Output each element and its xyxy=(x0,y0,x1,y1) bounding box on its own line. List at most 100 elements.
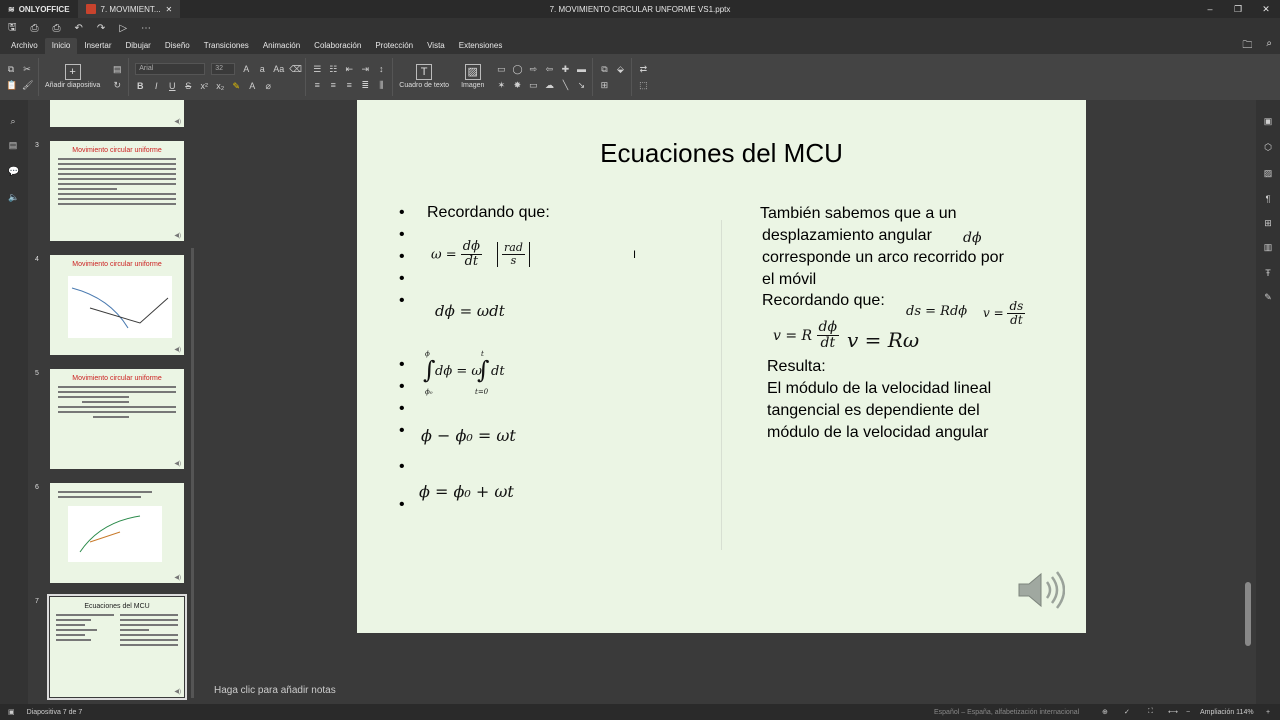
menu-tab-10[interactable]: Extensiones xyxy=(452,38,510,54)
slide-thumbnail-6[interactable]: ◀) xyxy=(50,483,184,583)
right-result-line2[interactable]: tangencial es dependiente del xyxy=(767,400,980,422)
paste-icon[interactable]: 📋 xyxy=(6,80,17,90)
zoom-level[interactable]: Ampliación 114% xyxy=(1200,709,1254,716)
replace-icon[interactable]: ⇄ xyxy=(638,64,648,74)
right-result-label[interactable]: Resulta: xyxy=(767,356,826,378)
v-ds-equation[interactable]: v = ds dt xyxy=(983,299,1026,327)
menu-tab-5[interactable]: Transiciones xyxy=(197,38,256,54)
phi-difference-equation[interactable]: ϕ − ϕ₀ = ωt xyxy=(421,426,516,445)
phi-final-equation[interactable]: ϕ = ϕ₀ + ωt xyxy=(419,482,514,501)
right-result-line1[interactable]: El módulo de la velocidad lineal xyxy=(767,378,991,400)
search-icon[interactable]: ⌕ xyxy=(1266,38,1272,55)
right-paragraph-line1[interactable]: También sabemos que a un xyxy=(760,203,957,225)
shape-settings-icon[interactable]: ⬡ xyxy=(1263,142,1273,152)
table-settings-icon[interactable]: ⊞ xyxy=(1263,218,1273,228)
integral-equation[interactable]: ϕ ∫ ϕ₀ dϕ = ω t ∫ t=0 dt xyxy=(423,350,533,398)
document-tab[interactable]: 7. MOVIMIENT... ✕ xyxy=(77,0,181,18)
ds-equation[interactable]: ds = Rdϕ xyxy=(906,304,967,319)
copy-icon[interactable]: ⧉ xyxy=(6,64,16,74)
insert-image-button[interactable]: ▨ Imagen xyxy=(455,64,490,90)
slide-settings-icon[interactable]: ▣ xyxy=(1263,116,1273,126)
decrease-font-icon[interactable]: a xyxy=(257,64,267,74)
zoom-in-icon[interactable]: + xyxy=(1266,709,1270,716)
increase-font-icon[interactable]: A xyxy=(241,64,251,74)
slide-thumbnail-3[interactable]: Movimiento circular uniforme ◀) xyxy=(50,141,184,241)
arrow-left-shape-icon[interactable]: ⇦ xyxy=(544,64,554,74)
minimize-icon[interactable]: – xyxy=(1196,0,1224,18)
right-paragraph-line2[interactable]: desplazamiento angular xyxy=(762,225,932,247)
chart-settings-icon[interactable]: ▥ xyxy=(1263,242,1273,252)
dphi-equation[interactable]: dϕ = ωdt xyxy=(435,302,505,320)
menu-tab-4[interactable]: Diseño xyxy=(158,38,197,54)
language-status[interactable]: Español – España, alfabetización interna… xyxy=(934,709,1079,716)
zoom-out-icon[interactable]: − xyxy=(1186,709,1190,716)
insert-textbox-button[interactable]: T Cuadro de texto xyxy=(393,64,455,90)
v-r-dphi-equation[interactable]: v = R dϕ dt xyxy=(773,319,840,352)
justify-icon[interactable]: ≣ xyxy=(360,80,370,90)
signature-settings-icon[interactable]: ✎ xyxy=(1263,292,1273,302)
underline-icon[interactable]: U xyxy=(167,81,177,91)
slideshow-icon[interactable]: ▷ xyxy=(119,23,127,34)
restore-icon[interactable]: ❐ xyxy=(1224,0,1252,18)
redo-icon[interactable]: ↷ xyxy=(97,23,105,34)
units-equation[interactable]: rad s xyxy=(497,241,530,268)
subscript-icon[interactable]: x₂ xyxy=(215,81,225,91)
arrow-line-icon[interactable]: ↘ xyxy=(576,80,586,90)
save-icon[interactable]: 🖫 xyxy=(8,20,17,37)
paragraph-settings-icon[interactable]: ¶ xyxy=(1263,194,1273,204)
comments-icon[interactable]: 💬 xyxy=(8,166,19,176)
language-icon[interactable]: ⊕ xyxy=(1102,708,1108,716)
arrow-right-shape-icon[interactable]: ⇨ xyxy=(528,64,538,74)
slides-icon[interactable]: ▤ xyxy=(8,140,18,150)
align-objects-icon[interactable]: ⊞ xyxy=(599,80,609,90)
plus-shape-icon[interactable]: ✚ xyxy=(560,64,570,74)
shapes-gallery[interactable]: ▭ ◯ ⇨ ⇦ ✚ ▬ ✶ ✸ ▭ ☁ ╲ ↘ xyxy=(490,58,594,96)
layout-icon[interactable]: ▤ xyxy=(112,64,122,74)
dphi-inline[interactable]: dϕ xyxy=(963,230,982,246)
audio-icon[interactable]: 🔈 xyxy=(8,192,19,202)
slideshow-mode-icon[interactable]: ▣ xyxy=(8,708,15,716)
change-case-icon[interactable]: Aa xyxy=(273,64,284,74)
add-slide-button[interactable]: + Añadir diapositiva xyxy=(39,64,106,90)
increase-indent-icon[interactable]: ⇥ xyxy=(360,64,370,74)
select-all-icon[interactable]: ⬚ xyxy=(638,80,648,90)
image-settings-icon[interactable]: ▨ xyxy=(1263,168,1273,178)
textart-settings-icon[interactable]: Ŧ xyxy=(1263,268,1273,278)
notes-area[interactable]: Haga clic para añadir notas xyxy=(198,680,1243,704)
highlight-icon[interactable]: ✎ xyxy=(231,81,241,91)
line-shape-icon[interactable]: ╲ xyxy=(560,80,570,90)
canvas-scrollbar-thumb[interactable] xyxy=(1245,582,1251,646)
close-tab-icon[interactable]: ✕ xyxy=(166,5,173,14)
left-intro-text[interactable]: Recordando que: xyxy=(427,204,550,222)
cut-icon[interactable]: ✂ xyxy=(22,64,32,74)
fill-icon[interactable]: ⬙ xyxy=(615,64,625,74)
print-icon[interactable]: ⎙ xyxy=(31,23,39,34)
close-window-icon[interactable]: ✕ xyxy=(1252,0,1280,18)
menu-tab-2[interactable]: Insertar xyxy=(77,38,118,54)
clear-icon[interactable]: ⌀ xyxy=(263,81,273,91)
undo-icon[interactable]: ↶ xyxy=(75,23,83,34)
menu-tab-1[interactable]: Inicio xyxy=(44,38,78,54)
columns-icon[interactable]: ⫼ xyxy=(376,80,386,90)
align-center-icon[interactable]: ≡ xyxy=(328,80,338,90)
reset-slide-icon[interactable]: ↻ xyxy=(112,80,122,90)
menu-tab-8[interactable]: Protección xyxy=(368,38,420,54)
font-name-select[interactable]: Arial xyxy=(135,63,206,75)
minus-shape-icon[interactable]: ▬ xyxy=(576,64,586,74)
bullets-icon[interactable]: ☰ xyxy=(312,64,322,74)
italic-icon[interactable]: I xyxy=(151,81,161,91)
slide[interactable]: Ecuaciones del MCU • Recordando que: • •… xyxy=(357,100,1086,633)
menu-tab-3[interactable]: Dibujar xyxy=(119,38,158,54)
format-painter-icon[interactable]: 🖌 xyxy=(22,80,33,90)
search-icon[interactable]: ⌕ xyxy=(8,116,18,126)
slide-thumbnail-7[interactable]: Ecuaciones del MCU ◀) xyxy=(47,594,187,700)
open-folder-icon[interactable]: 🗀 xyxy=(1242,38,1252,55)
quick-print-icon[interactable]: ⎙ xyxy=(53,23,61,34)
slide-thumbnail-4[interactable]: Movimiento circular uniforme ◀) xyxy=(50,255,184,355)
slide-thumbnail-2[interactable]: ◀) xyxy=(50,100,184,127)
strikethrough-icon[interactable]: S xyxy=(183,81,193,91)
font-color-icon[interactable]: A xyxy=(247,81,257,91)
audio-speaker-icon[interactable] xyxy=(1017,568,1065,612)
ellipse-shape-icon[interactable]: ◯ xyxy=(512,64,522,74)
superscript-icon[interactable]: x² xyxy=(199,81,209,91)
